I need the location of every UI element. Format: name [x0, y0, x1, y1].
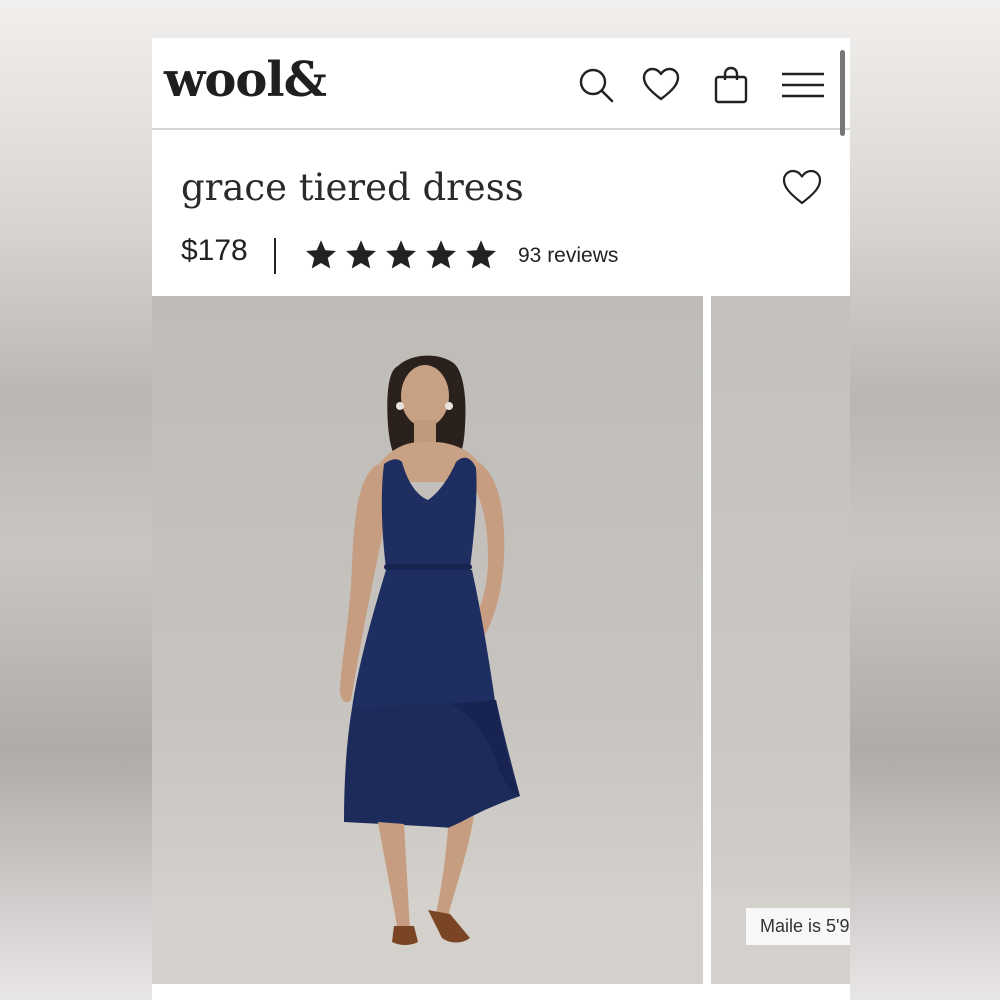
star-icon [426, 240, 456, 270]
price-divider [274, 238, 276, 274]
product-price: $178 [181, 234, 248, 267]
rating-stars[interactable] [306, 240, 496, 274]
star-icon [386, 240, 416, 270]
site-header: wool& [152, 38, 850, 130]
scrollbar[interactable] [840, 50, 845, 136]
product-page: wool& grace tiered dress $178 93 reviews [152, 38, 850, 1000]
brand-logo[interactable]: wool& [164, 52, 327, 108]
search-icon[interactable] [576, 65, 616, 105]
bag-icon[interactable] [711, 65, 751, 105]
product-title: grace tiered dress [181, 166, 524, 209]
reviews-link[interactable]: 93 reviews [518, 244, 618, 268]
wishlist-heart-icon[interactable] [780, 166, 824, 208]
image-gallery[interactable]: Maile is 5'9 [152, 296, 850, 984]
product-image-main[interactable] [152, 296, 703, 984]
star-icon [346, 240, 376, 270]
product-image-next[interactable]: Maile is 5'9 [711, 296, 850, 984]
star-icon [466, 240, 496, 270]
menu-icon[interactable] [780, 65, 826, 105]
model-figure [339, 355, 520, 945]
heart-icon[interactable] [641, 65, 681, 105]
star-icon [306, 240, 336, 270]
model-height-badge: Maile is 5'9 [746, 908, 850, 945]
